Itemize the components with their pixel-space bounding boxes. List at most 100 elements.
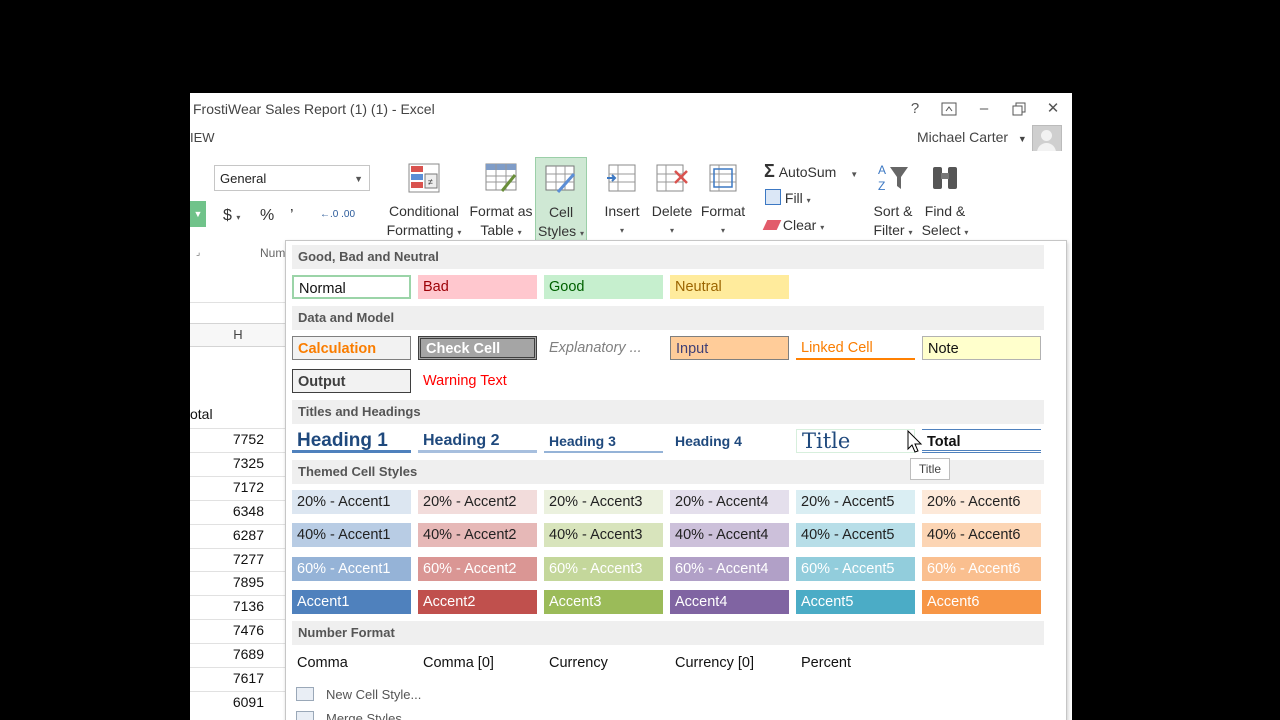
style-accent6[interactable]: Accent6 <box>922 590 1041 614</box>
style-20-accent1[interactable]: 20% - Accent1 <box>292 490 411 514</box>
style-linked-cell[interactable]: Linked Cell <box>796 336 915 360</box>
cell-value[interactable]: 6091 <box>233 694 264 710</box>
help-icon[interactable]: ? <box>900 97 930 121</box>
style-check-cell[interactable]: Check Cell <box>418 336 537 360</box>
cell-value[interactable]: 7476 <box>233 622 264 638</box>
style-input[interactable]: Input <box>670 336 789 360</box>
style-accent2[interactable]: Accent2 <box>418 590 537 614</box>
style-accent4[interactable]: Accent4 <box>670 590 789 614</box>
cell-value[interactable]: 7325 <box>233 455 264 471</box>
cell-styles-button[interactable]: Cell Styles ▾ <box>535 157 587 244</box>
style-neutral[interactable]: Neutral <box>670 275 789 299</box>
style-heading-1[interactable]: Heading 1 <box>292 429 411 453</box>
insert-button[interactable]: Insert ▾ <box>599 161 645 240</box>
style-20-accent5[interactable]: 20% - Accent5 <box>796 490 915 514</box>
svg-text:≠: ≠ <box>428 177 433 187</box>
style-bad[interactable]: Bad <box>418 275 537 299</box>
style-heading-2[interactable]: Heading 2 <box>418 429 537 453</box>
cell-value[interactable]: 7689 <box>233 646 264 662</box>
style-output[interactable]: Output <box>292 369 411 393</box>
style-40-accent2[interactable]: 40% - Accent2 <box>418 523 537 547</box>
account-button[interactable]: Michael Carter ▼ <box>917 129 1027 145</box>
comma-style-button[interactable]: ’ <box>290 207 294 225</box>
tab-view[interactable]: IEW <box>190 130 215 145</box>
find-select-button[interactable]: Find & Select ▾ <box>920 161 970 242</box>
currency-button[interactable]: $ ▾ <box>223 207 240 225</box>
style-20-accent2[interactable]: 20% - Accent2 <box>418 490 537 514</box>
section-data-and-model: Data and Model <box>292 306 1044 330</box>
number-format-select[interactable]: General ▼ <box>214 165 370 191</box>
style-explanatory[interactable]: Explanatory ... <box>544 336 663 360</box>
format-button[interactable]: Format ▾ <box>697 161 749 240</box>
style-60-accent3[interactable]: 60% - Accent3 <box>544 557 663 581</box>
new-cell-style-menu-item[interactable]: New Cell Style... <box>296 687 421 702</box>
alignment-dropdown-icon[interactable]: ▼ <box>190 201 206 227</box>
cell-value[interactable]: 7617 <box>233 670 264 686</box>
number-format-value: General <box>220 171 267 186</box>
style-60-accent1[interactable]: 60% - Accent1 <box>292 557 411 581</box>
cell-value[interactable]: 7895 <box>233 574 264 590</box>
cell-value[interactable]: 6348 <box>233 503 264 519</box>
minimize-icon[interactable]: – <box>969 97 999 121</box>
column-label: otal <box>190 406 213 422</box>
style-title[interactable]: Title <box>796 429 915 453</box>
svg-text:Z: Z <box>878 179 885 193</box>
autosum-button[interactable]: Σ AutoSum ▼ <box>764 161 858 182</box>
cell-value[interactable]: 7752 <box>233 431 264 447</box>
style-number-format[interactable]: Percent <box>796 651 915 675</box>
style-40-accent3[interactable]: 40% - Accent3 <box>544 523 663 547</box>
user-name: Michael Carter <box>917 129 1009 145</box>
format-as-table-icon <box>485 163 517 192</box>
cell-value[interactable]: 6287 <box>233 527 264 543</box>
worksheet[interactable]: H otal 7752 7325 7172 6348 6287 7277 7895 7136 7… <box>190 268 286 720</box>
style-number-format[interactable]: Comma [0] <box>418 651 537 675</box>
excel-window: FrostiWear Sales Report (1) (1) - Excel … <box>190 93 1072 720</box>
ribbon-display-options-icon[interactable] <box>934 97 964 121</box>
number-group-label: Num <box>260 246 286 260</box>
dialog-launcher-icon[interactable]: ⌟ <box>196 247 200 258</box>
conditional-formatting-button[interactable]: ≠ Conditional Formatting ▾ <box>386 161 462 242</box>
sort-filter-button[interactable]: AZ Sort & Filter ▾ <box>870 161 916 242</box>
style-calculation[interactable]: Calculation <box>292 336 411 360</box>
style-60-accent5[interactable]: 60% - Accent5 <box>796 557 915 581</box>
style-40-accent4[interactable]: 40% - Accent4 <box>670 523 789 547</box>
ribbon-tabs: IEW Michael Carter ▼ <box>190 125 1072 155</box>
cell-value[interactable]: 7172 <box>233 479 264 495</box>
style-20-accent6[interactable]: 20% - Accent6 <box>922 490 1041 514</box>
delete-button[interactable]: Delete ▾ <box>648 161 696 240</box>
decimal-buttons[interactable]: ←.0 .00 <box>320 209 355 220</box>
style-number-format[interactable]: Comma <box>292 651 411 675</box>
close-icon[interactable]: ✕ <box>1038 97 1068 121</box>
style-normal[interactable]: Normal <box>292 275 411 299</box>
style-40-accent6[interactable]: 40% - Accent6 <box>922 523 1041 547</box>
cell-styles-gallery: Good, Bad and Neutral Data and Model Tit… <box>285 240 1067 720</box>
style-note[interactable]: Note <box>922 336 1041 360</box>
style-20-accent4[interactable]: 20% - Accent4 <box>670 490 789 514</box>
percent-button[interactable]: % <box>260 207 274 225</box>
style-accent3[interactable]: Accent3 <box>544 590 663 614</box>
style-warning-text[interactable]: Warning Text <box>418 369 537 393</box>
style-accent1[interactable]: Accent1 <box>292 590 411 614</box>
style-60-accent6[interactable]: 60% - Accent6 <box>922 557 1041 581</box>
style-accent5[interactable]: Accent5 <box>796 590 915 614</box>
style-total[interactable]: Total <box>922 429 1041 453</box>
style-number-format[interactable]: Currency <box>544 651 663 675</box>
style-60-accent4[interactable]: 60% - Accent4 <box>670 557 789 581</box>
restore-icon[interactable] <box>1004 97 1034 121</box>
style-heading-4[interactable]: Heading 4 <box>670 429 789 453</box>
style-heading-3[interactable]: Heading 3 <box>544 429 663 453</box>
merge-styles-icon <box>296 711 314 720</box>
format-as-table-button[interactable]: Format as Table ▾ <box>466 161 536 242</box>
style-good[interactable]: Good <box>544 275 663 299</box>
clear-button[interactable]: Clear ▾ <box>762 217 824 233</box>
style-60-accent2[interactable]: 60% - Accent2 <box>418 557 537 581</box>
merge-styles-menu-item[interactable]: Merge Styles... <box>296 711 413 720</box>
style-number-format[interactable]: Currency [0] <box>670 651 789 675</box>
fill-button[interactable]: Fill ▾ <box>765 189 811 206</box>
style-40-accent1[interactable]: 40% - Accent1 <box>292 523 411 547</box>
style-20-accent3[interactable]: 20% - Accent3 <box>544 490 663 514</box>
style-40-accent5[interactable]: 40% - Accent5 <box>796 523 915 547</box>
column-header-h[interactable]: H <box>190 323 286 347</box>
cell-value[interactable]: 7136 <box>233 598 264 614</box>
cell-value[interactable]: 7277 <box>233 551 264 567</box>
